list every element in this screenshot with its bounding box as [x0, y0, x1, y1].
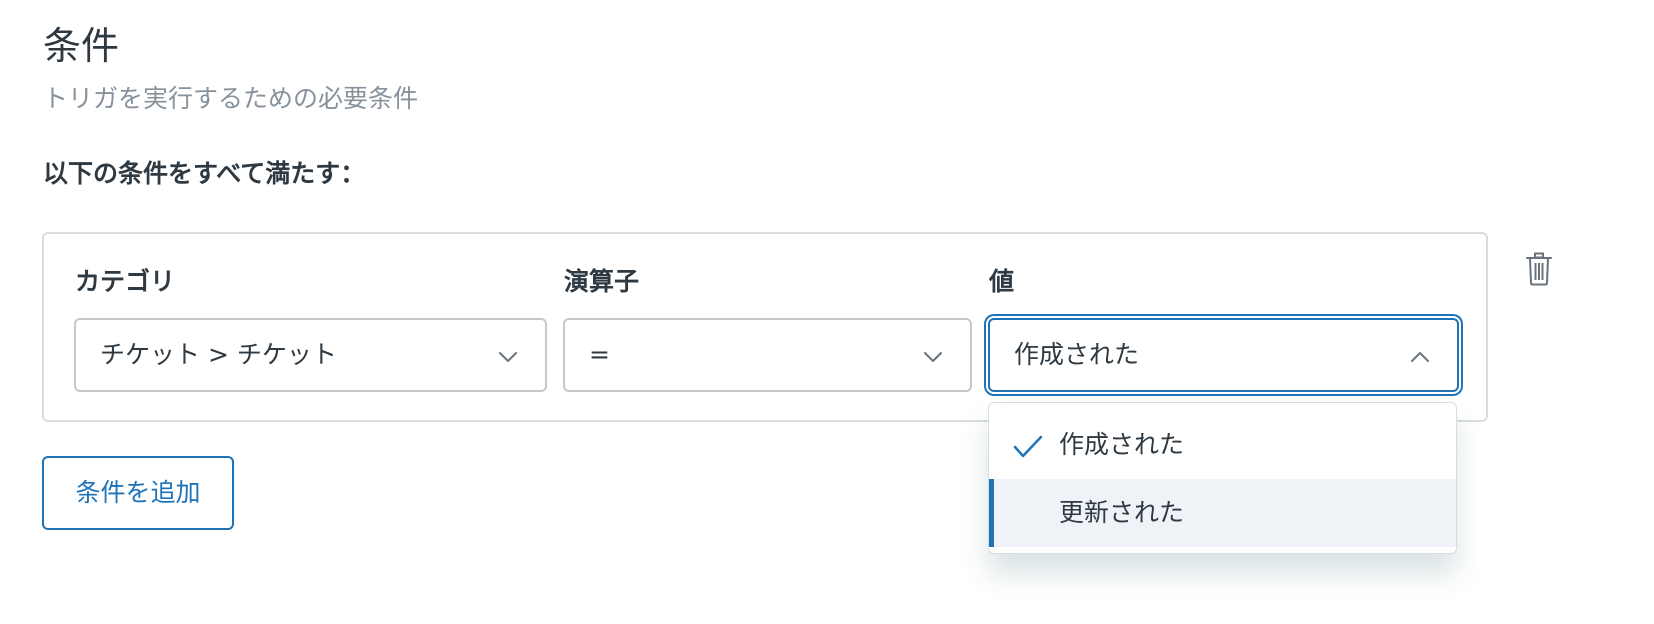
value-dropdown-menu: 作成された 更新された: [988, 402, 1457, 554]
value-select-value: 作成された: [1014, 340, 1140, 369]
dropdown-option-created[interactable]: 作成された: [989, 411, 1456, 479]
chevron-down-icon: [499, 352, 517, 362]
operator-select[interactable]: =: [563, 318, 972, 392]
section-subtitle: トリガを実行するための必要条件: [43, 84, 419, 113]
category-label: カテゴリ: [75, 267, 176, 296]
trash-icon[interactable]: [1526, 252, 1552, 286]
section-title: 条件: [43, 24, 120, 68]
value-select[interactable]: 作成された: [988, 318, 1459, 392]
dropdown-option-label: 作成された: [1059, 430, 1185, 459]
add-condition-button[interactable]: 条件を追加: [42, 456, 234, 530]
category-select[interactable]: チケット > チケット: [74, 318, 547, 392]
check-icon: [1013, 435, 1043, 458]
chevron-down-icon: [924, 352, 942, 362]
dropdown-option-label: 更新された: [1059, 498, 1185, 527]
value-label: 値: [989, 267, 1015, 296]
chevron-up-icon: [1411, 352, 1429, 362]
category-select-value: チケット > チケット: [100, 340, 337, 369]
dropdown-option-updated[interactable]: 更新された: [989, 479, 1456, 547]
operator-select-value: =: [589, 340, 610, 369]
match-all-label: 以下の条件をすべて満たす：: [43, 159, 366, 188]
operator-label: 演算子: [564, 267, 640, 296]
focus-indicator: [989, 479, 994, 547]
